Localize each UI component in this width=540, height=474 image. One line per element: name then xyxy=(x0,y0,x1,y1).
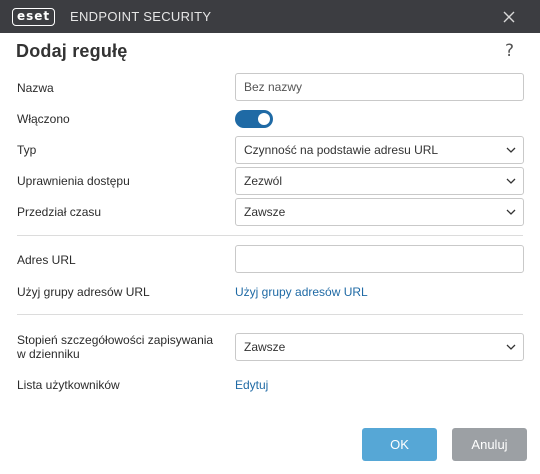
title-bar: eset ENDPOINT SECURITY xyxy=(0,0,540,33)
name-label: Nazwa xyxy=(17,81,54,95)
section-divider xyxy=(17,235,523,236)
ok-button[interactable]: OK xyxy=(362,428,437,461)
time-select[interactable]: Zawsze xyxy=(235,198,524,226)
logo-text: eset xyxy=(12,8,56,26)
time-label: Przedział czasu xyxy=(17,205,102,219)
access-label: Uprawnienia dostępu xyxy=(17,174,130,188)
name-input[interactable] xyxy=(235,73,524,101)
type-value: Czynność na podstawie adresu URL xyxy=(244,143,439,157)
section-divider xyxy=(17,314,523,315)
log-level-value: Zawsze xyxy=(244,340,286,354)
user-list-label: Lista użytkowników xyxy=(17,378,120,392)
url-group-link[interactable]: Użyj grupy adresów URL xyxy=(235,285,368,299)
chevron-down-icon xyxy=(506,147,516,153)
dialog-title: Dodaj regułę xyxy=(16,41,128,61)
eset-logo: eset xyxy=(12,8,56,26)
url-input[interactable] xyxy=(235,245,524,273)
product-name: ENDPOINT SECURITY xyxy=(70,9,212,24)
time-value: Zawsze xyxy=(244,205,286,219)
close-button[interactable] xyxy=(498,7,520,27)
chevron-down-icon xyxy=(506,209,516,215)
access-value: Zezwól xyxy=(244,174,283,188)
help-icon[interactable]: ? xyxy=(505,41,519,61)
type-label: Typ xyxy=(17,143,37,157)
chevron-down-icon xyxy=(506,178,516,184)
access-select[interactable]: Zezwól xyxy=(235,167,524,195)
url-group-label: Użyj grupy adresów URL xyxy=(17,285,150,299)
enabled-label: Włączono xyxy=(17,112,70,126)
log-level-select[interactable]: Zawsze xyxy=(235,333,524,361)
log-level-label-line2: w dzienniku xyxy=(17,347,80,361)
url-label: Adres URL xyxy=(17,253,76,267)
enabled-toggle[interactable] xyxy=(235,110,273,128)
type-select[interactable]: Czynność na podstawie adresu URL xyxy=(235,136,524,164)
edit-users-link[interactable]: Edytuj xyxy=(235,378,268,392)
close-icon xyxy=(503,11,515,23)
cancel-button[interactable]: Anuluj xyxy=(452,428,527,461)
toggle-knob xyxy=(258,113,270,125)
log-level-label-line1: Stopień szczegółowości zapisywania xyxy=(17,333,214,347)
chevron-down-icon xyxy=(506,344,516,350)
